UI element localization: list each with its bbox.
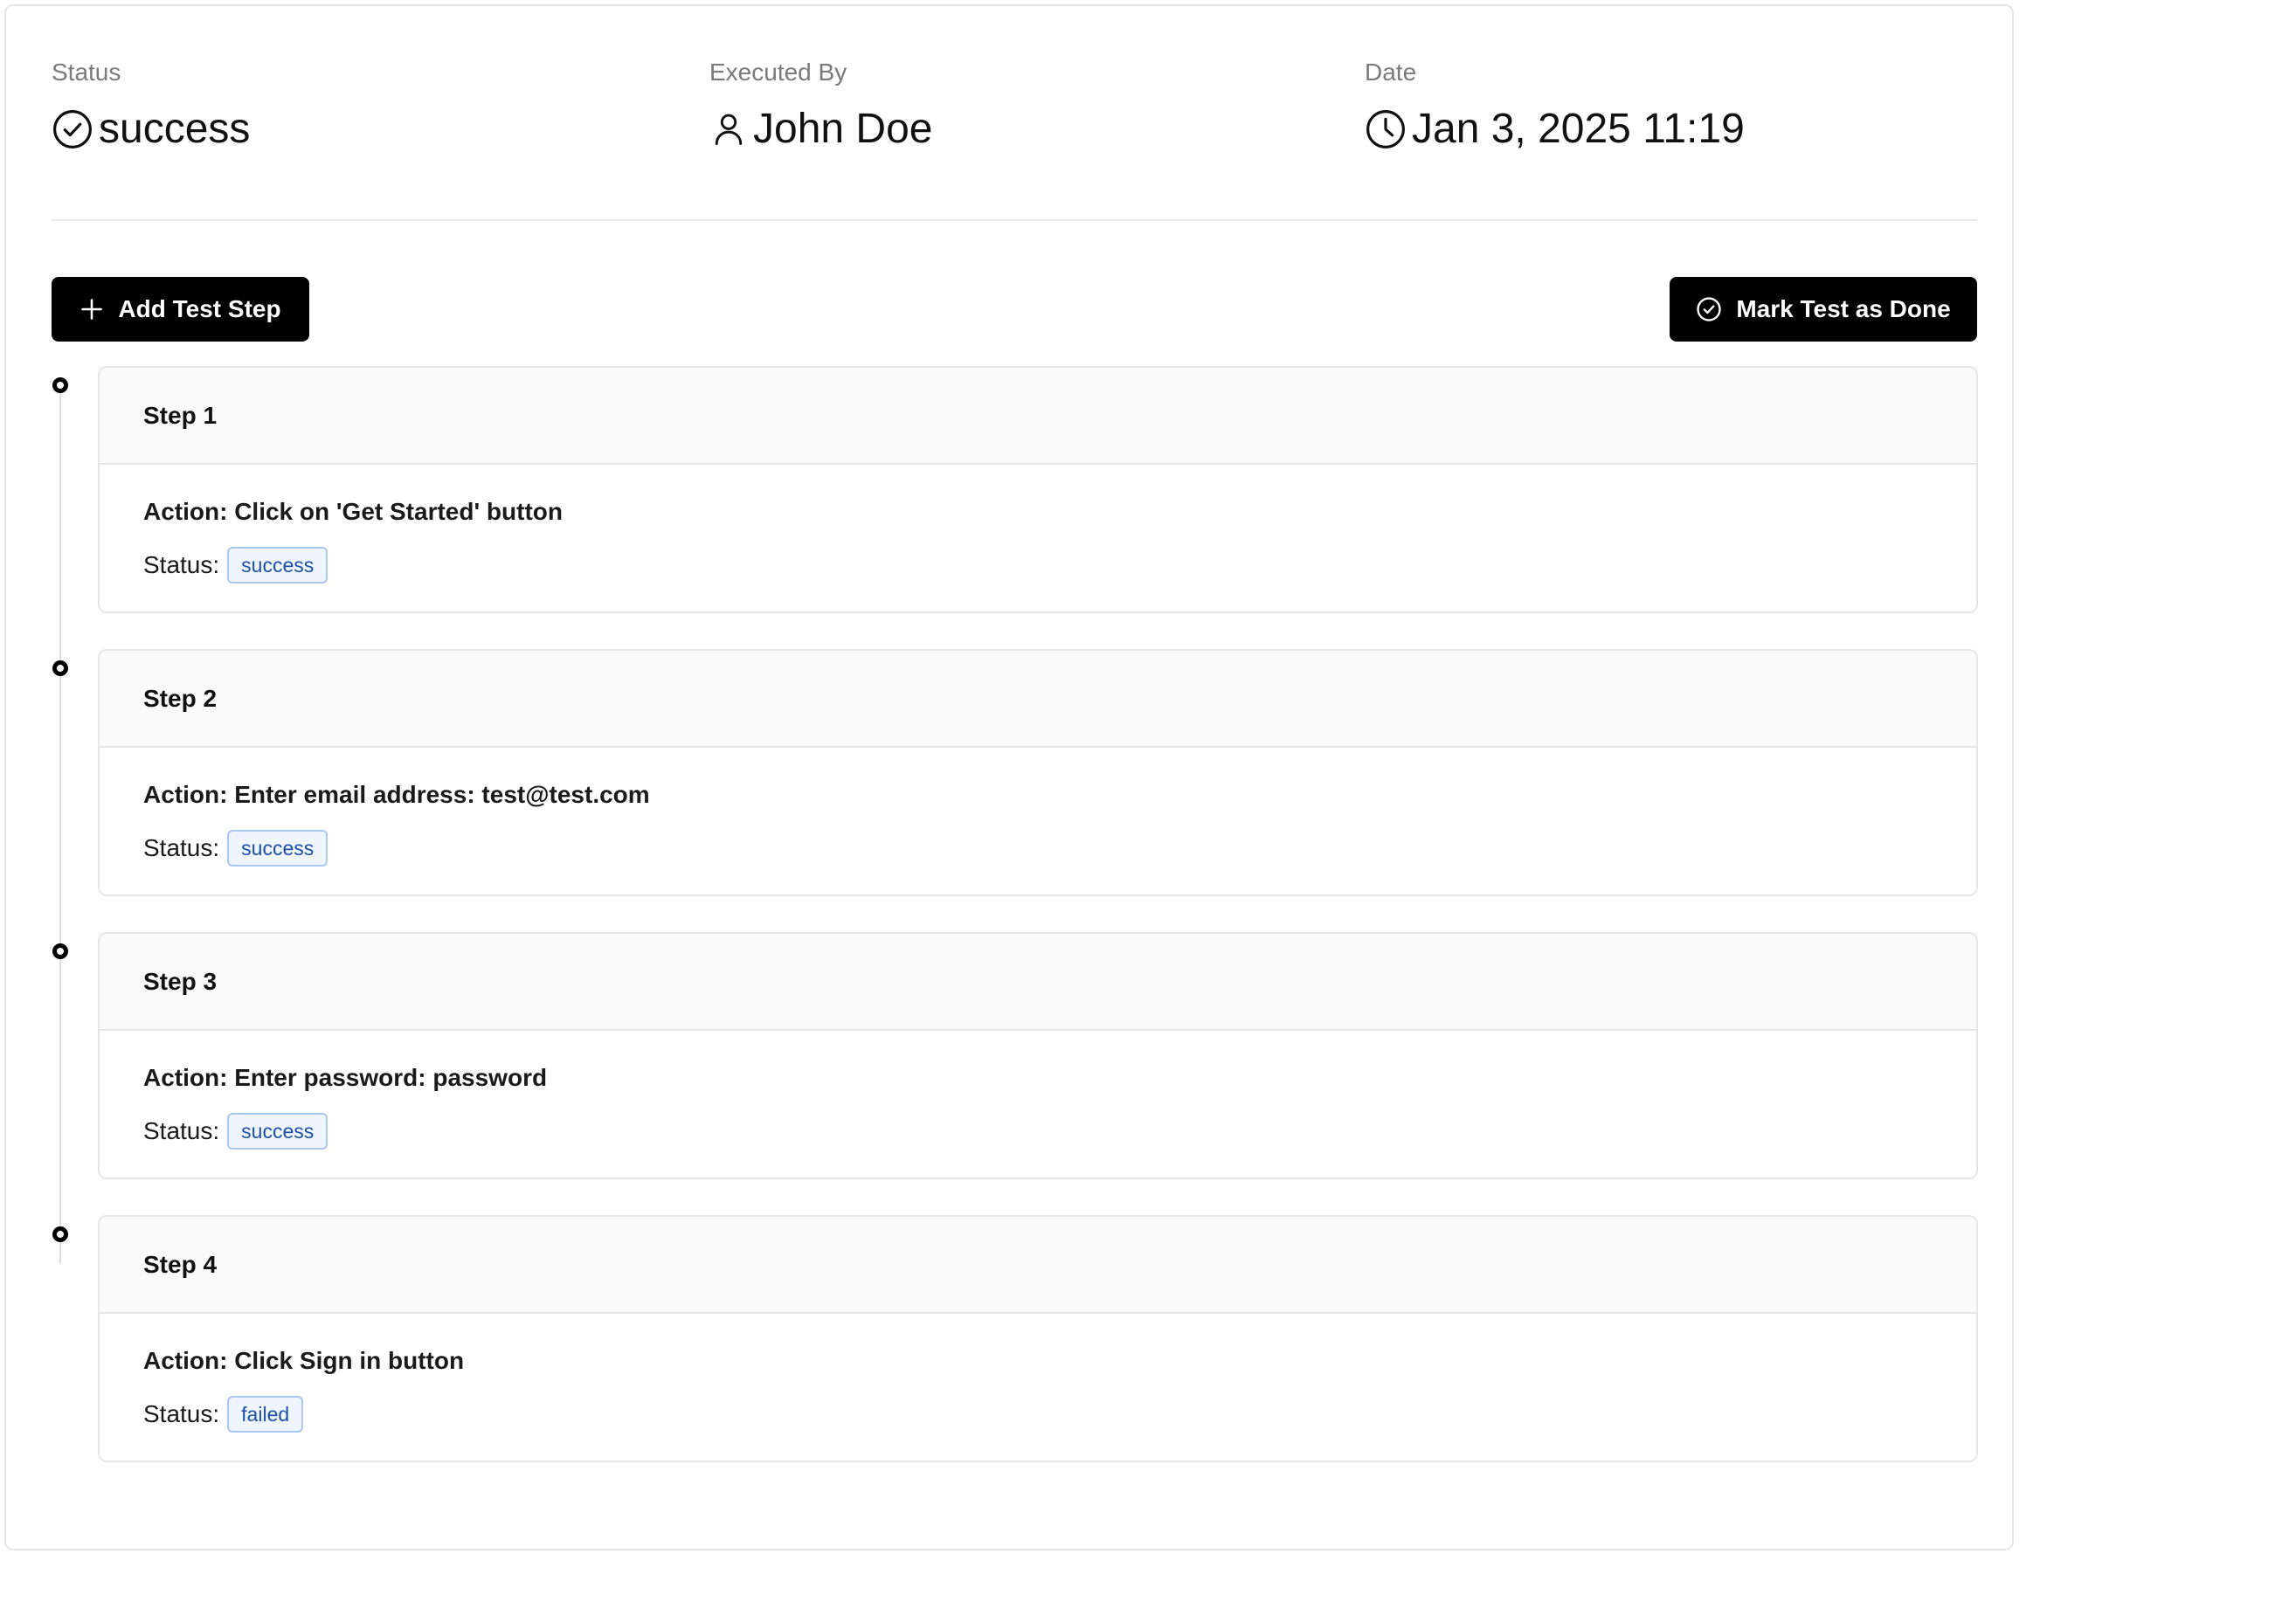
test-run-summary: Status success Executed By John Doe Date… [52, 55, 1977, 160]
status-value-row: success [52, 99, 250, 160]
status-label: Status [52, 59, 121, 86]
step-header: Step 1 [100, 368, 1976, 465]
step-status-label: Status: [143, 551, 220, 578]
date-summary: Date Jan 3, 2025 11:19 [1365, 55, 1745, 160]
step-action: Action: Click on 'Get Started' button [143, 498, 563, 525]
add-test-step-label: Add Test Step [118, 295, 281, 322]
step-body: Action: Enter password: password Status:… [100, 1062, 1976, 1150]
test-run-card: Status success Executed By John Doe Date… [4, 4, 2014, 1550]
plus-icon [80, 297, 104, 321]
step-status-row: Status: success [143, 1113, 1976, 1150]
step-body: Action: Click on 'Get Started' button St… [100, 496, 1976, 584]
step-status-label: Status: [143, 834, 220, 861]
step-action: Action: Click Sign in button [143, 1347, 465, 1374]
step-header: Step 4 [100, 1217, 1976, 1314]
step-status-row: Status: success [143, 547, 1976, 584]
mark-test-done-label: Mark Test as Done [1736, 295, 1951, 322]
executed-by-label: Executed By [709, 59, 847, 86]
mark-test-done-button[interactable]: Mark Test as Done [1670, 277, 1977, 342]
timeline-dot [52, 1226, 68, 1242]
date-label: Date [1365, 59, 1417, 86]
add-test-step-button[interactable]: Add Test Step [52, 277, 309, 342]
step-body: Action: Enter email address: test@test.c… [100, 779, 1976, 867]
check-circle-icon [1696, 296, 1722, 322]
timeline-dot [52, 943, 68, 959]
step-status-row: Status: failed [143, 1396, 1976, 1433]
step-title: Step 1 [143, 401, 218, 429]
divider [52, 219, 1977, 221]
step-title: Step 4 [143, 1250, 218, 1278]
status-badge: success [227, 1113, 328, 1150]
date-value-row: Jan 3, 2025 11:19 [1365, 99, 1745, 160]
test-step-card: Step 3 Action: Enter password: password … [98, 932, 1978, 1179]
step-title: Step 3 [143, 967, 218, 995]
test-step-card: Step 2 Action: Enter email address: test… [98, 649, 1978, 896]
step-body: Action: Click Sign in button Status: fai… [100, 1345, 1976, 1433]
step-action: Action: Enter email address: test@test.c… [143, 781, 650, 808]
status-badge: success [227, 830, 328, 867]
step-status-label: Status: [143, 1400, 220, 1427]
step-status-label: Status: [143, 1117, 220, 1144]
executed-by-summary: Executed By John Doe [709, 55, 932, 160]
test-step-card: Step 4 Action: Click Sign in button Stat… [98, 1215, 1978, 1462]
executed-by-value-row: John Doe [709, 99, 932, 160]
status-value: success [99, 106, 251, 152]
step-header: Step 2 [100, 651, 1976, 748]
user-icon [709, 110, 748, 148]
step-header: Step 3 [100, 934, 1976, 1031]
step-action: Action: Enter password: password [143, 1064, 548, 1091]
test-step-card: Step 1 Action: Click on 'Get Started' bu… [98, 366, 1978, 613]
timeline-dot [52, 660, 68, 676]
timeline-line [59, 390, 61, 1264]
clock-icon [1365, 108, 1407, 150]
step-title: Step 2 [143, 684, 218, 712]
step-status-row: Status: success [143, 830, 1976, 867]
date-value: Jan 3, 2025 11:19 [1412, 106, 1745, 152]
executed-by-value: John Doe [753, 106, 933, 152]
status-badge: success [227, 547, 328, 584]
status-badge: failed [227, 1396, 304, 1433]
status-summary: Status success [52, 55, 250, 160]
check-circle-icon [52, 108, 93, 150]
timeline-dot [52, 377, 68, 393]
